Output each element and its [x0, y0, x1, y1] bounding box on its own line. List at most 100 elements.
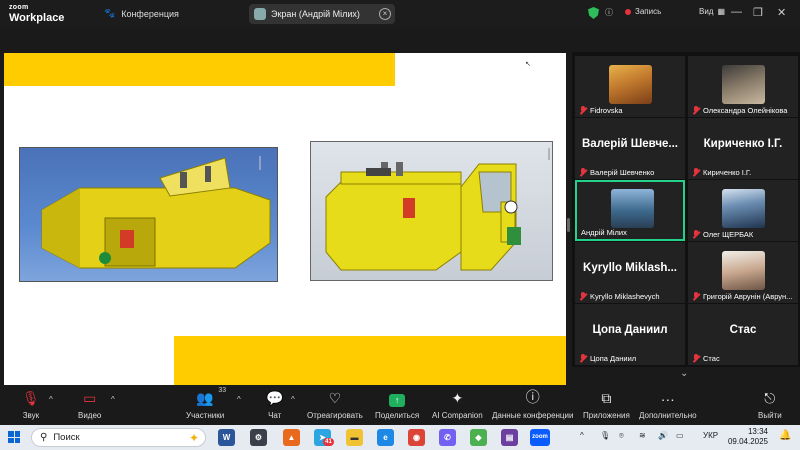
windows-start-icon[interactable] [8, 431, 20, 443]
participant-label: Валерій Шевченко [579, 168, 654, 177]
participant-photo [722, 189, 765, 228]
participant-tile[interactable]: Олег ЩЕРБАК [688, 180, 798, 241]
participant-name: Валерій Шевченко [590, 168, 655, 177]
participant-tile-active-speaker[interactable]: Андрій Мілих [575, 180, 685, 241]
chat-button[interactable]: 💬 Чат [266, 385, 283, 425]
network-icon[interactable]: ⌾ [619, 431, 624, 441]
apps-button[interactable]: ⧉ Приложения [583, 385, 630, 425]
presentation-slide: ↖ [4, 53, 566, 395]
tray-overflow-chevron-icon[interactable]: ^ [580, 431, 584, 440]
participant-tile[interactable]: Fidrovska [575, 56, 685, 117]
mic-muted-icon [579, 292, 587, 301]
mic-muted-icon [692, 292, 700, 301]
share-label: Поделиться [375, 411, 420, 420]
participant-photo [609, 65, 652, 104]
video-label: Видео [78, 411, 102, 420]
mouse-cursor-icon: ↖ [525, 61, 531, 68]
participant-tile[interactable]: Цопа Даниил Цопа Даниил [575, 304, 685, 365]
record-indicator[interactable]: Запись [625, 7, 661, 16]
panel-resize-handle[interactable] [567, 218, 570, 232]
record-label: Запись [635, 7, 662, 16]
participants-button[interactable]: 👥 33 Участники [186, 385, 227, 425]
participant-name: Цопа Даниил [590, 354, 637, 363]
chat-icon: 💬 [266, 390, 284, 406]
info-icon[interactable]: ⓘ [605, 7, 613, 18]
app-icon[interactable]: ⚙ [250, 429, 267, 446]
share-button[interactable]: ↑ Поделиться [375, 385, 419, 425]
chat-options-caret-icon[interactable]: ^ [291, 395, 295, 404]
meeting-info-button[interactable]: ⓘ Данные конференции [492, 385, 573, 425]
video-options-caret-icon[interactable]: ^ [111, 395, 115, 404]
participants-count: 33 [218, 387, 227, 394]
audio-button[interactable]: 🎙 Звук [22, 385, 40, 425]
shield-icon [588, 7, 599, 19]
word-app-icon[interactable]: W [218, 429, 235, 446]
shared-screen-area: ↖ [0, 28, 570, 395]
screen-share-pill[interactable]: Экран (Андрій Мілих) × [249, 4, 395, 24]
vehicle-model-render-2 [325, 148, 550, 271]
participant-name: Кириченко І.Г. [703, 168, 752, 177]
battery-icon[interactable]: ▭ [676, 431, 684, 440]
language-indicator[interactable]: УКР [703, 431, 718, 440]
more-dots-icon: ··· [660, 391, 675, 407]
chrome-browser-icon[interactable]: ◉ [408, 429, 425, 446]
notifications-icon[interactable]: 🔔 [779, 430, 791, 441]
minimize-button[interactable]: — [731, 6, 742, 18]
leave-button[interactable]: ⎋ Выйти [758, 385, 782, 425]
mic-tray-icon[interactable]: 🎙 [600, 431, 610, 440]
presenter-avatar [254, 8, 266, 20]
volume-icon[interactable]: 🔊 [658, 431, 668, 440]
participants-icon: 👥 33 [196, 387, 227, 406]
vehicle-model-image-1 [19, 147, 278, 282]
wifi-icon[interactable]: ≋ [639, 431, 646, 440]
encryption-indicator[interactable] [588, 7, 599, 19]
vehicle-model-render-1 [41, 156, 271, 269]
participant-tile[interactable]: Kyryllo Miklash... Kyryllo Miklashevych [575, 242, 685, 303]
participant-display-name: Kyryllo Miklash... [583, 262, 677, 274]
info-circle-icon: ⓘ [525, 389, 540, 405]
participant-label: Kyryllo Miklashevych [579, 292, 660, 301]
participant-tile[interactable]: Кириченко І.Г. Кириченко І.Г. [688, 118, 798, 179]
video-button[interactable]: ▭ Видео [78, 385, 101, 425]
taskbar-clock[interactable]: 13:34 09.04.2025 [724, 427, 768, 447]
restore-button[interactable]: ❐ [753, 6, 763, 19]
mic-muted-icon [579, 106, 587, 115]
taskbar-search-box[interactable]: ⚲ Поиск ✦ [31, 428, 206, 447]
viber-app-icon[interactable]: ✆ [439, 429, 456, 446]
gallery-next-page-chevron-icon[interactable]: ⌄ [680, 368, 688, 379]
audio-options-caret-icon[interactable]: ^ [49, 395, 53, 404]
app-icon[interactable]: ◆ [470, 429, 487, 446]
participant-name: Олександра Олейнікова [703, 106, 788, 115]
participant-tile[interactable]: Валерій Шевче... Валерій Шевченко [575, 118, 685, 179]
file-explorer-icon[interactable]: ▬ [346, 429, 363, 446]
participant-display-name: Валерій Шевче... [582, 138, 678, 150]
participant-label: Fidrovska [579, 106, 623, 115]
zoom-app-icon[interactable]: zoom [530, 429, 550, 446]
participant-name: Григорій Аврунін (Аврун... [703, 292, 793, 301]
participant-label: Цопа Даниил [579, 354, 636, 363]
close-window-button[interactable]: ✕ [777, 6, 786, 19]
participant-tile[interactable]: Стас Стас [688, 304, 798, 365]
participants-options-caret-icon[interactable]: ^ [237, 395, 241, 404]
mic-muted-icon [692, 106, 700, 115]
more-label: Дополнительно [639, 411, 697, 420]
paw-icon: 🐾 [104, 8, 116, 18]
participant-label: Олег ЩЕРБАК [692, 230, 753, 239]
meeting-menu[interactable]: 🐾 Конференция [104, 8, 179, 19]
share-screen-icon: ↑ [389, 385, 406, 407]
view-menu[interactable]: Вид ▦ [699, 7, 725, 16]
search-placeholder: Поиск [53, 432, 80, 443]
matlab-app-icon[interactable]: ▲ [283, 429, 300, 446]
leave-icon: ⎋ [764, 390, 776, 406]
close-share-icon[interactable]: × [379, 8, 391, 20]
ai-companion-label: AI Companion [432, 411, 483, 420]
participant-tile[interactable]: Григорій Аврунін (Аврун... [688, 242, 798, 303]
mic-muted-icon [579, 168, 587, 177]
mic-muted-icon [692, 230, 700, 239]
participant-tile[interactable]: Олександра Олейнікова [688, 56, 798, 117]
ai-companion-button[interactable]: ✦ AI Companion [432, 385, 483, 425]
app-icon[interactable]: ▤ [501, 429, 518, 446]
edge-browser-icon[interactable]: e [377, 429, 394, 446]
react-button[interactable]: ♡ Отреагировать [307, 385, 363, 425]
more-button[interactable]: ··· Дополнительно [639, 385, 697, 425]
